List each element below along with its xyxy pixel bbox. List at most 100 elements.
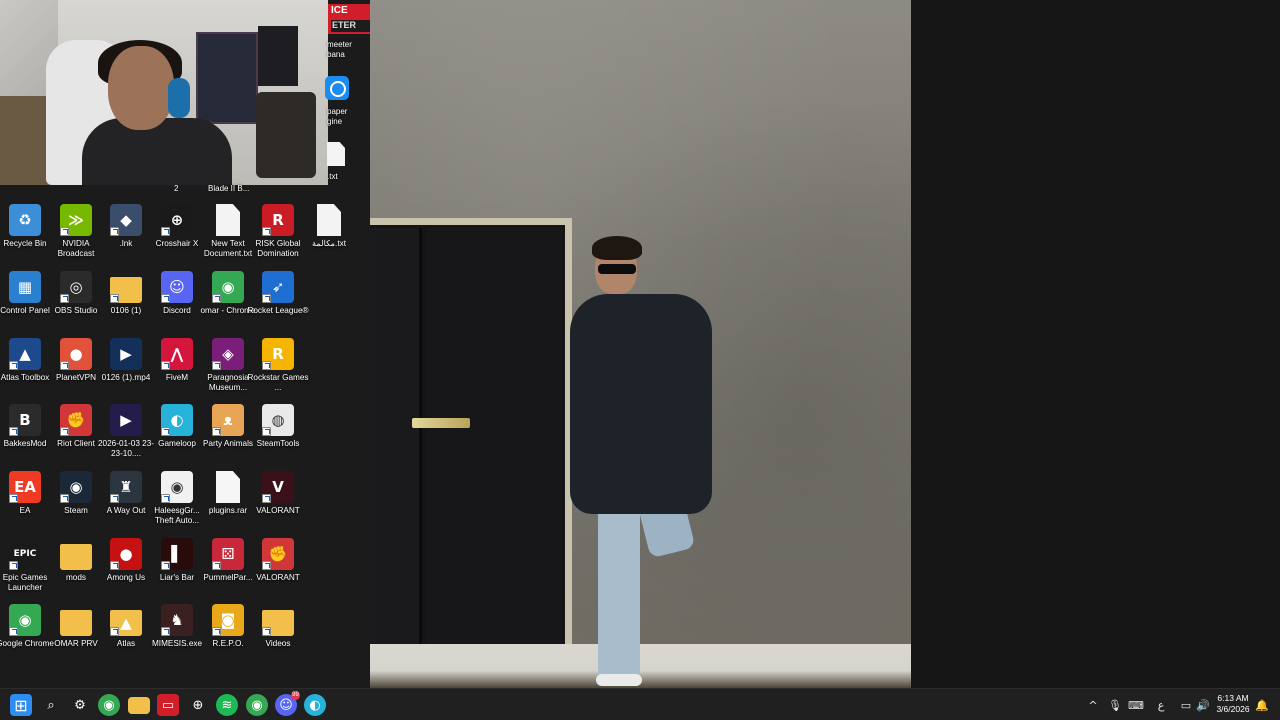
start-button[interactable]: ⊞	[10, 694, 32, 716]
desktop-icon-nvidia-broadcast[interactable]: ≫ NVIDIA Broadcast	[51, 204, 101, 266]
desktop-icon-steam[interactable]: ◉ Steam	[51, 471, 101, 533]
desktop-icon-arabic-text-file[interactable]: مكالمة.txt	[304, 204, 354, 266]
taskbar-file-explorer[interactable]	[128, 697, 150, 714]
wallpaper-photo	[370, 0, 911, 688]
voicemeeter-icon[interactable]: ICE ETER	[328, 4, 370, 34]
desktop-icon-riot-client[interactable]: ✊ Riot Client	[51, 404, 101, 466]
tray-chevron-icon[interactable]: ^	[1086, 689, 1100, 720]
desktop-icon-among-us[interactable]: ● Among Us	[101, 538, 151, 600]
desktop-icon-omar-chrome[interactable]: ◉ omar - Chrome	[200, 271, 256, 333]
liars-bar-icon: ▌	[161, 538, 193, 570]
desktop-icon-obs-studio[interactable]: ◎ OBS Studio	[51, 271, 101, 333]
desktop-icon-paragnosia-museum[interactable]: ◈ Paragnosia Museum...	[203, 338, 253, 400]
webcam-overlay	[0, 0, 328, 185]
desktop-icon-plugins-rar[interactable]: plugins.rar	[203, 471, 253, 533]
shortcut-arrow-icon	[110, 561, 119, 570]
desktop-icon-new-text-document[interactable]: New Text Document.txt	[203, 204, 253, 266]
taskbar-spotify[interactable]: ≋	[216, 694, 238, 716]
desktop-icon-google-chrome[interactable]: ◉ Google Chrome	[0, 604, 54, 666]
pubg-icon: ◆	[110, 204, 142, 236]
taskbar-clock[interactable]: 6:13 AM 3/6/2026	[1212, 693, 1254, 715]
language-indicator[interactable]: ع	[1154, 689, 1168, 720]
shortcut-arrow-icon	[110, 494, 119, 503]
desktop-icon-lnk-file[interactable]: ◆ .lnk	[101, 204, 151, 266]
shortcut-arrow-icon	[161, 227, 170, 236]
desktop-icon-steamtools[interactable]: ◍ SteamTools	[253, 404, 303, 466]
microphone-icon[interactable]: 🎙	[1108, 689, 1122, 720]
bakkesmod-icon: B	[9, 404, 41, 436]
desktop-icon-omar-prv[interactable]: OMAR PRV	[51, 604, 101, 666]
taskbar-discord[interactable]: ☺ 99	[275, 691, 300, 716]
desktop-icon-bakkesmod[interactable]: B BakkesMod	[0, 404, 50, 466]
desktop-icon-discord[interactable]: ☺ Discord	[152, 271, 202, 333]
shortcut-arrow-icon	[161, 561, 170, 570]
shortcut-arrow-icon	[262, 561, 271, 570]
desktop-icon-haleesgr-theft-auto[interactable]: ◉ HaleesgGr... Theft Auto...	[152, 471, 202, 533]
desktop-icon-valorant[interactable]: V VALORANT	[253, 471, 303, 533]
desktop-icon-videos[interactable]: Videos	[253, 604, 303, 666]
desktop-icon-label: SteamTools	[256, 439, 300, 448]
desktop-icon-crosshair-x[interactable]: ⊕ Crosshair X	[152, 204, 202, 266]
display-icon[interactable]: ▭	[1178, 689, 1194, 720]
folder-icon	[262, 610, 294, 636]
shortcut-arrow-icon	[60, 227, 69, 236]
shortcut-arrow-icon	[60, 494, 69, 503]
desktop-icon-a-way-out[interactable]: ♜ A Way Out	[101, 471, 151, 533]
desktop-icon-control-panel[interactable]: ▦ Control Panel	[0, 271, 50, 333]
desktop-icon-epic-games-launcher[interactable]: EPIC Epic Games Launcher	[0, 538, 50, 600]
shortcut-arrow-icon	[212, 427, 221, 436]
volume-icon[interactable]: 🔊	[1196, 689, 1210, 720]
text-file-icon[interactable]	[327, 142, 345, 166]
desktop-icon-ea[interactable]: EA EA	[0, 471, 50, 533]
desktop-icon-rockstar-games[interactable]: R Rockstar Games ...	[248, 338, 308, 400]
desktop-icon-mimesis[interactable]: ♞ MIMESIS.exe	[152, 604, 202, 666]
desktop-icon-risk-global-domination[interactable]: R RISK Global Domination	[253, 204, 303, 266]
gear-icon: ⚙	[74, 697, 86, 713]
desktop-icon-recording-2026-01-03[interactable]: ▶ 2026-01-03 23-23-10....	[98, 404, 154, 466]
folder-icon	[128, 697, 150, 714]
taskbar-chrome-profile[interactable]: ◉	[246, 694, 268, 716]
desktop-icon-gameloop[interactable]: ◐ Gameloop	[152, 404, 202, 466]
obs-icon: ◎	[60, 271, 92, 303]
steam-icon: ◉	[60, 471, 92, 503]
desktop-icon-planetvpn[interactable]: ● PlanetVPN	[51, 338, 101, 400]
desktop-icon-pummelparty[interactable]: ⚄ PummelPar...	[203, 538, 253, 600]
desktop-icon-atlas[interactable]: ▲ Atlas	[101, 604, 151, 666]
taskbar-settings[interactable]: ⚙	[69, 694, 91, 716]
desktop-icon-label: مكالمة.txt	[312, 239, 346, 248]
folder-icon	[60, 544, 92, 570]
pummel-party-icon: ⚄	[212, 538, 244, 570]
shortcut-arrow-icon	[212, 361, 221, 370]
taskbar-app[interactable]: ◐	[304, 694, 326, 716]
desktop-icon-video-0126[interactable]: ▶ 0126 (1).mp4	[101, 338, 151, 400]
shortcut-arrow-icon	[262, 227, 271, 236]
notification-icon[interactable]: 🔔	[1255, 689, 1269, 720]
hidden-icon-label-1: 2	[174, 184, 179, 193]
keyboard-icon[interactable]: ⌨	[1128, 689, 1144, 720]
desktop-icon-valorant-2[interactable]: ✊ VALORANT	[253, 538, 303, 600]
crosshair-icon: ⊕	[161, 204, 193, 236]
taskbar-chrome[interactable]: ◉	[98, 694, 120, 716]
desktop-icon-mods-folder[interactable]: mods	[51, 538, 101, 600]
taskbar-crosshair[interactable]: ⊕	[187, 694, 209, 716]
riot-icon: ✊	[60, 404, 92, 436]
desktop-icon-repo[interactable]: ◙ R.E.P.O.	[203, 604, 253, 666]
desktop-icon-fivem[interactable]: ⋀ FiveM	[152, 338, 202, 400]
taskbar-voicemeeter[interactable]: ▭	[157, 694, 179, 716]
desktop-icon-atlas-toolbox[interactable]: ▲ Atlas Toolbox	[0, 338, 50, 400]
desktop-icon-folder-0106[interactable]: 0106 (1)	[101, 271, 151, 333]
desktop-icon-party-animals[interactable]: ᴥ Party Animals	[203, 404, 253, 466]
chrome-icon: ◉	[251, 697, 263, 713]
archive-file-icon	[216, 471, 240, 503]
voicemeeter-icon: ▭	[161, 697, 175, 713]
wallpaper-person	[570, 236, 715, 688]
wallpaper-engine-icon[interactable]	[325, 76, 349, 100]
desktop-icon-label: Rockstar Games ...	[247, 373, 309, 392]
desktop-icon-liars-bar[interactable]: ▌ Liar's Bar	[152, 538, 202, 600]
desktop-icon-recycle-bin[interactable]: ♻ Recycle Bin	[0, 204, 50, 266]
taskbar-search[interactable]: ⌕	[40, 694, 62, 716]
desktop-icon-rocket-league[interactable]: ➶ Rocket League®	[247, 271, 309, 333]
chrome-icon: ◉	[103, 697, 115, 713]
webcam-headset	[168, 78, 190, 118]
planetvpn-icon: ●	[60, 338, 92, 370]
